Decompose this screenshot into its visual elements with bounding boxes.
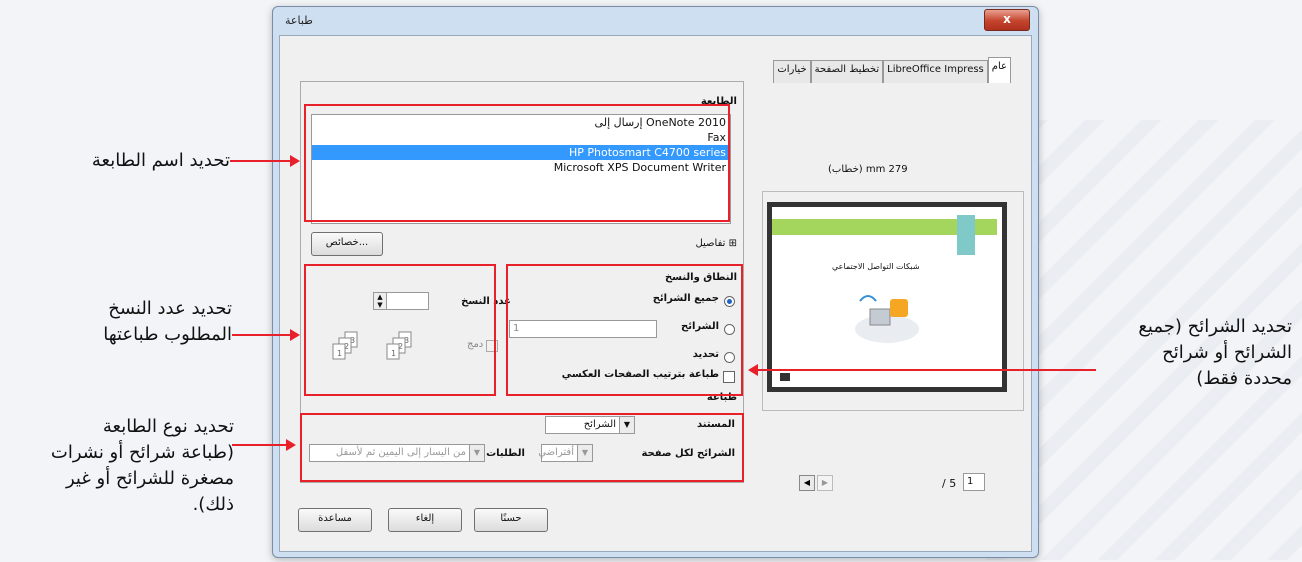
page-number-input[interactable]: 1 [963, 473, 985, 491]
next-page-button[interactable]: ▶ [817, 475, 833, 491]
callout-printer-name: تحديد اسم الطابعة [91, 150, 230, 171]
callout-copies-line2: المطلوب طباعتها [103, 324, 232, 345]
copies-highlight [304, 264, 496, 396]
slide-preview: شبكات التواصل الاجتماعي [767, 202, 1007, 392]
print-preview: شبكات التواصل الاجتماعي [762, 191, 1024, 411]
slide-corner-mark [780, 373, 790, 381]
callout-print-type: تحديد نوع الطابعة (طباعة شرائح أو نشرات … [4, 414, 234, 518]
arrow-head-icon [290, 155, 300, 167]
callout-arrow-printer [230, 160, 292, 162]
details-expander[interactable]: ⊞ تفاصيل [695, 238, 737, 249]
print-type-highlight [300, 413, 744, 482]
arrow-head-icon [290, 329, 300, 341]
close-button[interactable]: x [984, 9, 1030, 31]
slide-title: شبكات التواصل الاجتماعي [832, 262, 920, 271]
printer-list-highlight [304, 104, 730, 222]
tab-general[interactable]: عام [987, 57, 1011, 83]
arrow-head-icon [748, 364, 758, 376]
paper-size-label: 279 mm (خطاب) [828, 164, 908, 175]
callout-copies: تحديد عدد النسخ المطلوب طباعتها [10, 296, 232, 348]
tab-bar: عام LibreOffice Impress تخطيط الصفحة خيا… [773, 57, 1011, 83]
cancel-button[interactable]: إلغاء [388, 508, 462, 532]
page-total: / 5 [942, 477, 957, 490]
help-button[interactable]: مساعدة [298, 508, 372, 532]
callout-arrow-copies [232, 334, 292, 336]
callout-arrow-type [232, 444, 288, 446]
callout-copies-line1: تحديد عدد النسخ [108, 298, 232, 319]
tab-options[interactable]: خيارات [773, 60, 811, 83]
title-bar[interactable]: طباعة x [273, 7, 1038, 35]
tab-libreoffice-impress[interactable]: LibreOffice Impress [883, 60, 988, 83]
dialog-title: طباعة [285, 14, 313, 27]
callout-type-line3: مصغرة للشرائح أو غير [66, 468, 234, 489]
range-highlight [506, 264, 743, 396]
tab-page-layout[interactable]: تخطيط الصفحة [810, 60, 884, 83]
properties-button[interactable]: خصائص... [311, 232, 383, 256]
ok-button[interactable]: حسنًا [474, 508, 548, 532]
callout-slides: تحديد الشرائح (جميع الشرائح أو شرائح محد… [1086, 314, 1292, 392]
prev-page-button[interactable]: ◀ [799, 475, 815, 491]
callout-slides-line3: محددة فقط) [1196, 368, 1292, 389]
callout-slides-line2: الشرائح أو شرائح [1162, 342, 1292, 363]
slide-accent-block [957, 215, 975, 255]
callout-arrow-slides [758, 369, 1096, 371]
callout-type-line1: تحديد نوع الطابعة [102, 416, 234, 437]
callout-type-line4: ذلك). [192, 494, 234, 515]
callout-type-line2: (طباعة شرائح أو نشرات [50, 442, 234, 463]
social-network-icon [855, 295, 919, 343]
callout-slides-line1: تحديد الشرائح (جميع [1138, 316, 1292, 337]
details-label: تفاصيل [695, 238, 726, 249]
arrow-head-icon [286, 439, 296, 451]
